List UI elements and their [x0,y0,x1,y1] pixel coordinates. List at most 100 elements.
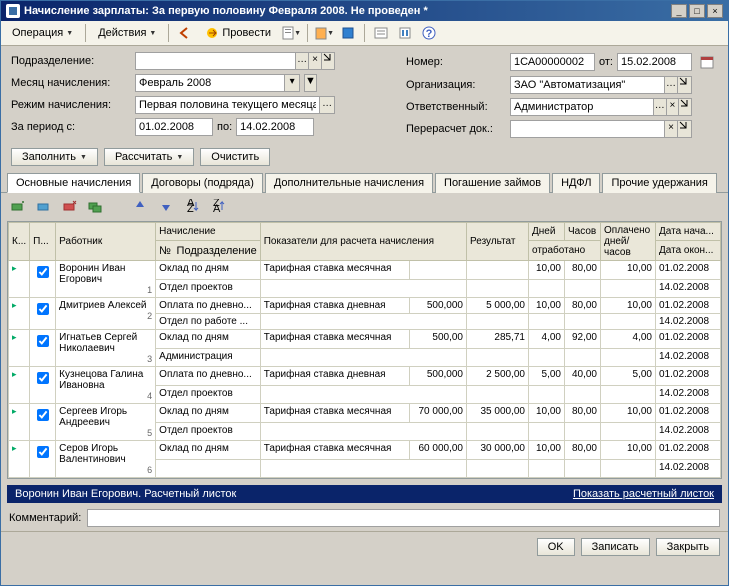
table-row[interactable]: ▸ Дмитриев Алексей2 Оплата по дневно... … [9,298,721,314]
col-date-end[interactable]: Дата окон... [656,241,721,261]
org-field[interactable]: … [510,76,692,94]
help-icon[interactable]: ? [418,23,440,43]
tabs: Основные начисления Договоры (подряда) Д… [1,172,728,193]
recalc-input[interactable] [511,121,664,137]
number-input[interactable] [511,54,594,70]
subdivision-select-button[interactable]: … [295,53,308,69]
calendar-icon[interactable] [696,52,718,72]
col-date-start[interactable]: Дата нача... [656,223,721,241]
table-row[interactable]: ▸ Воронин Иван Егорович1 Оклад по дням Т… [9,261,721,280]
sort-asc-icon[interactable]: AZ [181,196,203,216]
col-no-sub[interactable]: № Подразделение [156,241,261,261]
tab-ndfl[interactable]: НДФЛ [552,173,600,193]
col-indicators[interactable]: Показатели для расчета начисления [260,223,466,261]
tab-other-deductions[interactable]: Прочие удержания [602,173,716,193]
responsible-select-button[interactable]: … [653,99,666,115]
responsible-input[interactable] [511,99,653,115]
table-row[interactable]: ▸ Игнатьев Сергей Николаевич3 Оклад по д… [9,330,721,349]
list-icon[interactable] [370,23,392,43]
recalc-open-button[interactable] [677,121,691,137]
col-accrual[interactable]: Начисление [156,223,261,241]
form-area: Подразделение: … × Месяц начисления: ▾ ▼… [1,46,728,144]
month-stepper[interactable]: ▾ [284,75,299,91]
sort-desc-icon[interactable]: ZA [207,196,229,216]
close-form-button[interactable]: Закрыть [656,538,720,556]
clipboard-icon[interactable]: ▼ [313,23,335,43]
period-from-field[interactable] [135,118,213,136]
clear-button[interactable]: Очистить [200,148,270,166]
ok-button[interactable]: OK [537,538,575,556]
col-k[interactable]: К... [9,223,30,261]
tab-contracts[interactable]: Договоры (подряда) [142,173,263,193]
status-text: Воронин Иван Егорович. Расчетный листок [15,488,573,500]
subdivision-clear-button[interactable]: × [308,53,321,69]
month-input[interactable] [136,75,284,91]
subdivision-open-button[interactable] [321,53,334,69]
save-button[interactable]: Записать [581,538,650,556]
minimize-button[interactable]: _ [671,4,687,18]
responsible-open-button[interactable] [678,99,691,115]
org-input[interactable] [511,77,664,93]
col-p[interactable]: П... [30,223,56,261]
post-button[interactable]: Провести [198,23,278,43]
table-row[interactable]: ▸ Серов Игорь Валентинович6 Оклад по дня… [9,441,721,460]
org-open-button[interactable] [677,77,691,93]
move-up-icon[interactable] [129,196,151,216]
number-field[interactable] [510,53,595,71]
col-days[interactable]: Дней [529,223,565,241]
subdivision-field[interactable]: … × [135,52,335,70]
calc-button[interactable]: Рассчитать▼ [104,148,194,166]
row-checkbox[interactable] [37,372,49,384]
col-employee[interactable]: Работник [56,223,156,261]
period-from-input[interactable] [136,119,212,135]
month-down-button[interactable]: ▼ [304,74,317,92]
recalc-field[interactable]: × [510,120,692,138]
org-select-button[interactable]: … [664,77,678,93]
payslip-link[interactable]: Показать расчетный листок [573,488,714,500]
maximize-button[interactable]: □ [689,4,705,18]
table-row[interactable]: ▸ Сергеев Игорь Андреевич5 Оклад по дням… [9,404,721,423]
table-row[interactable]: ▸ Серов Игорь Оклад по дням Тарифная ста… [9,478,721,480]
move-down-icon[interactable] [155,196,177,216]
row-checkbox[interactable] [37,409,49,421]
subdivision-input[interactable] [136,53,295,69]
col-worked[interactable]: отработано [529,241,601,261]
period-to-field[interactable] [236,118,314,136]
mode-field[interactable]: … [135,96,335,114]
mode-input[interactable] [136,97,319,113]
row-checkbox[interactable] [37,266,49,278]
table-row[interactable]: ▸ Кузнецова Галина Ивановна4 Оплата по д… [9,367,721,386]
col-paid[interactable]: Оплачено дней/часов [601,223,656,261]
col-result[interactable]: Результат [467,223,529,261]
close-button[interactable]: × [707,4,723,18]
row-checkbox[interactable] [37,303,49,315]
config-icon[interactable] [394,23,416,43]
document-icon[interactable]: ▼ [280,23,302,43]
operation-menu[interactable]: Операция▼ [5,24,80,42]
row-checkbox[interactable] [37,446,49,458]
period-to-input[interactable] [237,119,313,135]
actions-menu[interactable]: Действия▼ [91,24,163,42]
month-field[interactable]: ▾ [135,74,300,92]
tab-main-accruals[interactable]: Основные начисления [7,173,140,193]
row-checkbox[interactable] [37,335,49,347]
tab-additional[interactable]: Дополнительные начисления [265,173,433,193]
report-icon[interactable] [337,23,359,43]
tab-loans[interactable]: Погашение займов [435,173,550,193]
comment-input[interactable] [87,509,720,527]
back-icon[interactable] [174,23,196,43]
row-marker-icon: ▸ [12,263,17,273]
mode-select-button[interactable]: … [319,97,334,113]
add-row-icon[interactable] [7,196,29,216]
edit-row-icon[interactable] [33,196,55,216]
recalc-clear-button[interactable]: × [664,121,678,137]
month-label: Месяц начисления: [11,77,131,89]
from-input[interactable] [618,54,691,70]
from-field[interactable] [617,53,692,71]
delete-row-icon[interactable] [59,196,81,216]
col-hours[interactable]: Часов [565,223,601,241]
fill-button[interactable]: Заполнить▼ [11,148,98,166]
copy-row-icon[interactable] [85,196,107,216]
responsible-clear-button[interactable]: × [666,99,679,115]
responsible-field[interactable]: … × [510,98,692,116]
